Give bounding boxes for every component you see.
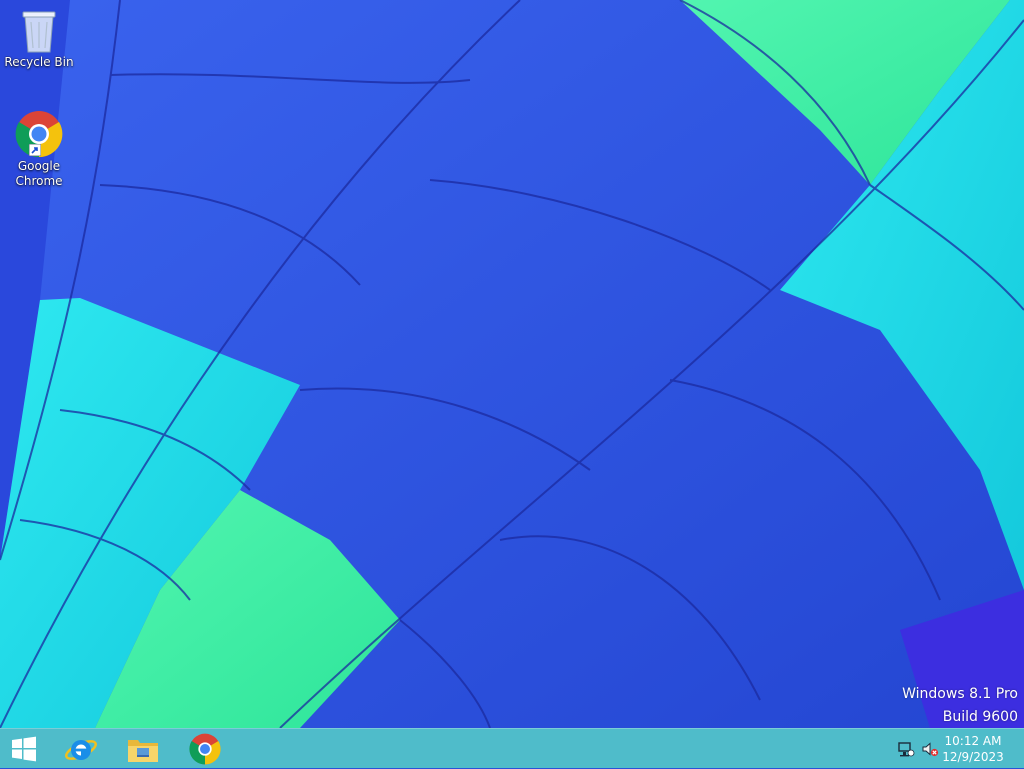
file-explorer-icon <box>128 740 158 762</box>
watermark-edition: Windows 8.1 Pro <box>902 686 1018 702</box>
google-chrome-label: Google Chrome <box>15 159 63 188</box>
watermark-build: Build 9600 <box>942 709 1018 725</box>
desktop-icon-recycle-bin[interactable]: Recycle Bin <box>1 6 77 70</box>
desktop-icon-google-chrome[interactable]: Google Chrome <box>1 110 77 189</box>
taskbar: 10:12 AM 12/9/2023 <box>0 728 1024 768</box>
volume-muted-icon[interactable] <box>921 741 939 757</box>
clock-date: 12/9/2023 <box>942 750 1004 764</box>
taskbar-internet-explorer-button[interactable] <box>52 729 110 769</box>
taskbar-file-explorer-button[interactable] <box>114 729 172 769</box>
internet-explorer-icon <box>65 740 97 760</box>
windows-version-watermark: Windows 8.1 Pro Build 9600 <box>902 683 1018 729</box>
network-icon[interactable] <box>897 741 915 757</box>
recycle-bin-label: Recycle Bin <box>4 55 74 69</box>
clock-time: 10:12 AM <box>944 734 1002 748</box>
taskbar-chrome-button[interactable] <box>176 729 234 769</box>
recycle-bin-icon <box>22 11 56 53</box>
taskbar-clock[interactable]: 10:12 AM 12/9/2023 <box>938 733 1008 765</box>
chrome-icon <box>15 110 63 158</box>
windows-start-icon <box>12 736 36 762</box>
chrome-icon <box>189 733 221 765</box>
start-button[interactable] <box>0 729 48 769</box>
shortcut-arrow-icon <box>29 144 41 156</box>
desktop-wallpaper <box>0 0 1024 728</box>
